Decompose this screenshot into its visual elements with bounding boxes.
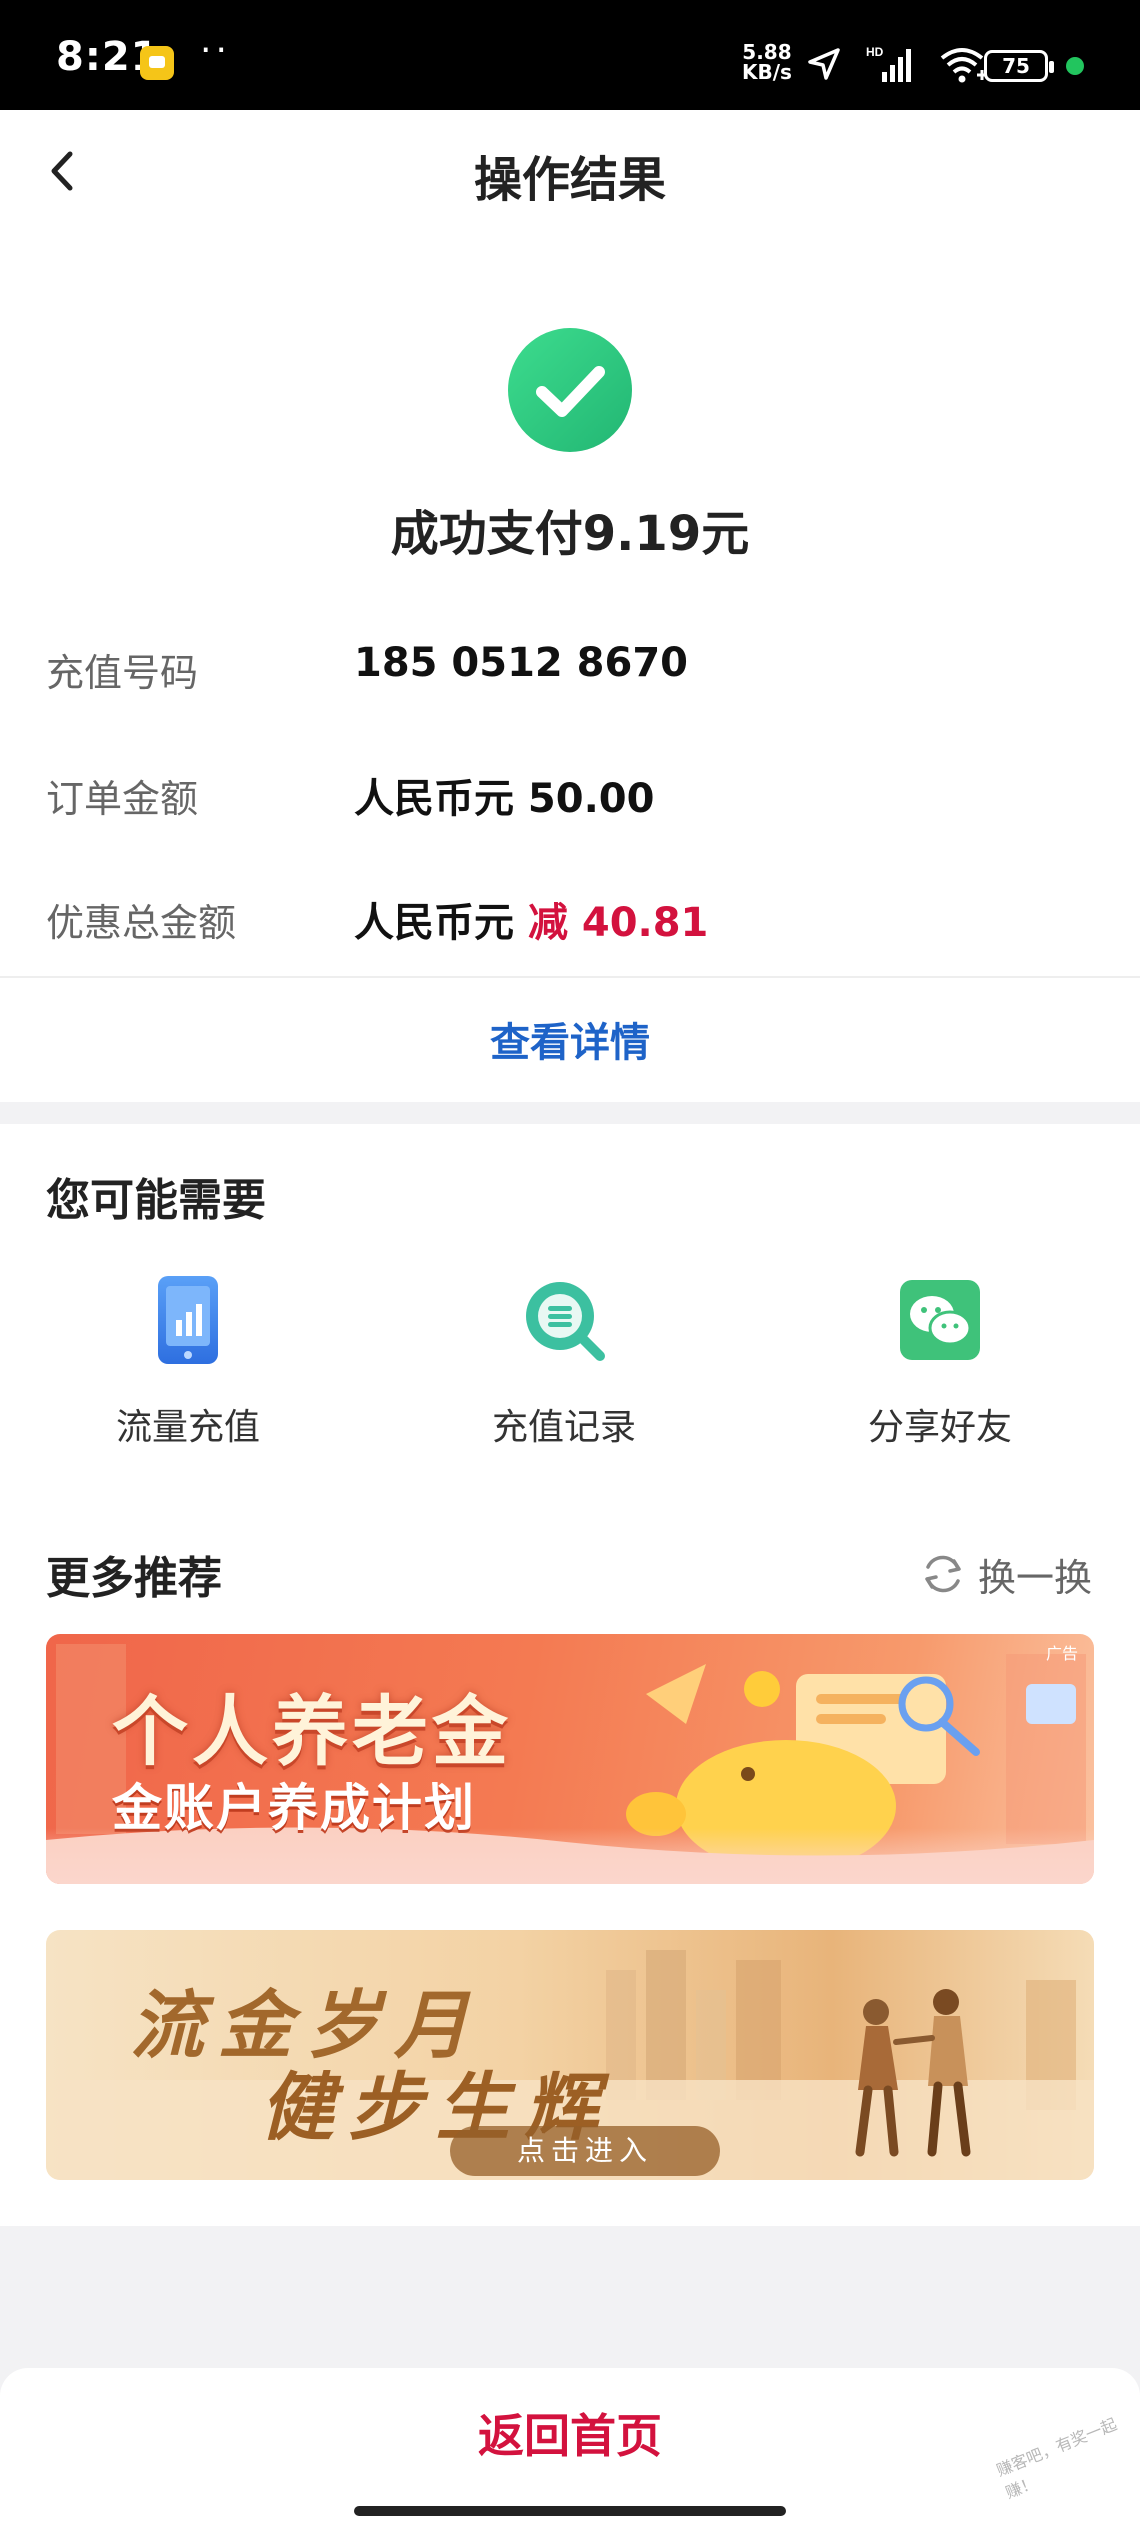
discount-amount: 减 40.81 <box>527 900 709 946</box>
detail-row-discount: 优惠总金额 人民币元 减 40.81 <box>46 882 1106 946</box>
quick-action-data-topup[interactable]: 流量充值 <box>38 1272 338 1450</box>
network-speed-value: 5.88 <box>742 40 792 64</box>
result-card <box>0 110 1140 1102</box>
page-title: 操作结果 <box>473 152 666 208</box>
more-notifications-indicator: ·· <box>200 30 231 71</box>
signal-icon: HD <box>866 45 911 82</box>
quick-action-label: 充值记录 <box>491 1407 636 1448</box>
hd-badge: HD <box>866 45 884 59</box>
return-home-button[interactable]: 返回首页 <box>0 2400 1140 2466</box>
success-check-icon <box>508 328 632 452</box>
refresh-button[interactable]: 换一换 <box>920 1546 1092 1602</box>
detail-label: 订单金额 <box>46 777 199 821</box>
detail-label: 优惠总金额 <box>46 901 237 945</box>
refresh-label: 换一换 <box>978 1555 1093 1600</box>
network-speed: 5.88 KB/s <box>742 42 792 82</box>
network-speed-unit: KB/s <box>742 60 792 84</box>
nav-bar: 操作结果 <box>0 110 1140 230</box>
quick-action-topup-records[interactable]: 充值记录 <box>414 1272 714 1450</box>
detail-value: 人民币元 减 40.81 <box>354 890 708 948</box>
section-title-you-may-need: 您可能需要 <box>46 1175 266 1226</box>
status-bar: 8:21 ·· 5.88 KB/s HD 75 <box>0 0 1140 110</box>
discount-currency: 人民币元 <box>354 900 514 946</box>
refresh-icon <box>925 1555 961 1593</box>
banner-golden-years[interactable]: 流金岁月 健步生辉 点击进入 <box>46 1930 1094 2180</box>
location-arrow-icon <box>808 48 840 80</box>
privacy-indicator-dot <box>1066 57 1084 75</box>
battery-indicator: 75 <box>984 50 1054 82</box>
quick-action-label: 流量充值 <box>115 1407 260 1448</box>
detail-value: 185 0512 8670 <box>354 640 689 686</box>
detail-value: 人民币元 50.00 <box>354 776 655 822</box>
wechat-icon <box>900 1280 980 1360</box>
phone-data-icon <box>158 1276 218 1364</box>
notification-app-icon <box>140 46 174 80</box>
gesture-nav-bar[interactable] <box>354 2506 786 2516</box>
detail-row-order-amount: 订单金额 人民币元 50.00 <box>46 758 1106 822</box>
search-record-icon <box>526 1282 605 1361</box>
detail-row-phone: 充值号码 185 0512 8670 <box>46 632 1106 695</box>
banner-personal-pension[interactable]: 个人养老金 金账户养成计划 广告 <box>46 1634 1094 1884</box>
quick-action-share-friends[interactable]: 分享好友 <box>790 1272 1090 1450</box>
banner-title: 个人养老金 <box>112 1687 512 1776</box>
view-details-link[interactable]: 查看详情 <box>0 1010 1140 1068</box>
detail-label: 充值号码 <box>46 651 199 695</box>
divider <box>0 976 1140 978</box>
payment-success-message: 成功支付9.19元 <box>390 506 750 562</box>
banner-enter-button[interactable]: 点击进入 <box>450 2126 720 2176</box>
quick-action-label: 分享好友 <box>867 1407 1012 1448</box>
banner-bottom-fade <box>46 1828 1094 1884</box>
wifi-icon <box>940 48 987 83</box>
status-icons: HD <box>806 44 990 84</box>
section-title-more-recommend: 更多推荐 <box>46 1553 222 1604</box>
ad-tag: 广告 <box>1045 1644 1078 1663</box>
